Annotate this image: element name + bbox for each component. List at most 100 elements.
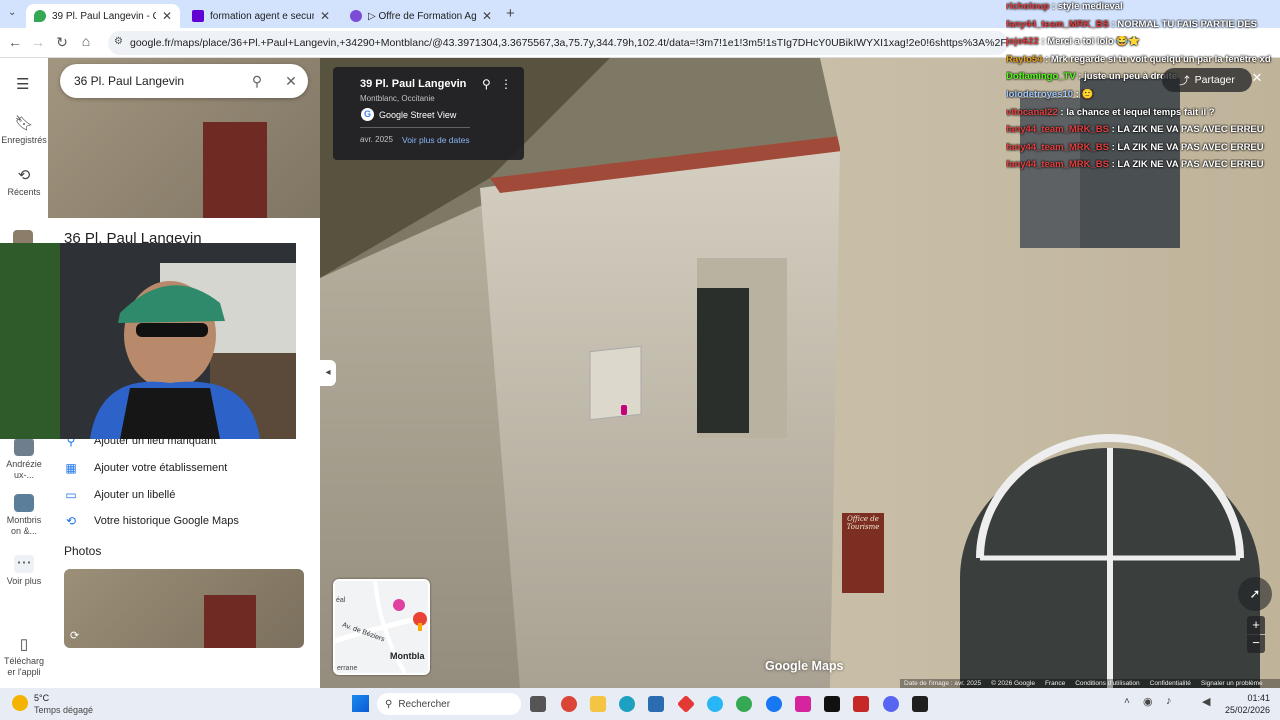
footer-link[interactable]: Signaler un problème	[1201, 680, 1263, 687]
terminal-icon[interactable]	[912, 696, 928, 712]
more-options-icon[interactable]: ⋮	[500, 77, 512, 91]
chat-username[interactable]: Doflamingo_TV	[1006, 71, 1076, 82]
share-label: Partager	[1194, 74, 1235, 86]
url-text: google.fr/maps/place/36+Pl.+Paul+Langevi…	[130, 37, 1008, 49]
webcam-overlay	[0, 243, 296, 439]
forward-icon[interactable]: →	[26, 34, 50, 50]
rail-item-montbrison[interactable]: Montbris on &...	[0, 494, 48, 537]
chat-username[interactable]: fany44_team_MRK_BS	[1006, 19, 1109, 30]
tab-google-maps[interactable]: 39 Pl. Paul Langevin - Google M ✕	[26, 4, 180, 28]
tab-yahoo-search[interactable]: formation agent e securité terg ✕	[184, 4, 338, 28]
action-add-label[interactable]: ▭ Ajouter un libellé	[64, 488, 175, 502]
site-info-icon[interactable]: ⚙	[114, 36, 123, 47]
footer-item: Date de l'image : avr. 2025	[904, 680, 982, 687]
clock-time[interactable]: 01:41	[1222, 693, 1270, 703]
footer-link[interactable]: France	[1045, 680, 1065, 687]
app-icon[interactable]	[707, 696, 723, 712]
chrome-icon[interactable]	[561, 696, 577, 712]
tab-list-chevron-icon[interactable]: ⌄	[8, 7, 16, 18]
chat-text: Merci a toi lolo 😂⭐	[1047, 36, 1141, 48]
photo-thumbnail[interactable]: ⟳	[64, 569, 304, 648]
back-icon[interactable]: ←	[3, 34, 27, 50]
search-input[interactable]: 36 Pl. Paul Langevin	[74, 74, 240, 88]
rail-item-saved[interactable]: 🔖︎ Enregistrés	[0, 114, 48, 145]
search-box[interactable]: 36 Pl. Paul Langevin ⚲ ✕	[60, 64, 308, 98]
volume-icon[interactable]: ◀	[1202, 695, 1210, 708]
tiktok-icon[interactable]	[824, 696, 840, 712]
action-add-business[interactable]: ▦ Ajouter votre établissement	[64, 461, 227, 475]
url-field[interactable]: ⚙ google.fr/maps/place/36+Pl.+Paul+Lange…	[108, 31, 1008, 55]
minimap-label: errane	[337, 665, 358, 672]
chat-username[interactable]: vitocanal22	[1006, 107, 1058, 118]
clock-date[interactable]: 25/02/2026	[1222, 705, 1270, 715]
chat-username[interactable]: fany44_team_MRK_BS	[1006, 124, 1109, 135]
chat-username[interactable]: fany44_team_MRK_BS	[1006, 159, 1109, 170]
action-maps-history[interactable]: ⟲ Votre historique Google Maps	[64, 514, 239, 528]
close-icon[interactable]: ✕	[482, 9, 492, 23]
facebook-icon[interactable]	[766, 696, 782, 712]
file-explorer-icon[interactable]	[590, 696, 606, 712]
tab-formation-offer[interactable]: ▷ Offre de Formation Agent de ✕	[342, 4, 500, 28]
shield-icon[interactable]	[853, 696, 869, 712]
zoom-out-button[interactable]: −	[1247, 635, 1265, 653]
chat-username[interactable]: lolodetroyes10	[1006, 89, 1073, 100]
network-icon[interactable]: ◉	[1143, 695, 1153, 708]
rail-item-andrezieux[interactable]: Andrézie ux-...	[0, 438, 48, 481]
new-tab-button[interactable]: +	[506, 5, 515, 22]
clear-search-icon[interactable]: ✕	[274, 73, 308, 90]
rail-item-download-app[interactable]: ▯ Télécharg er l'appli	[0, 635, 48, 678]
footer-link[interactable]: Confidentialité	[1150, 680, 1191, 687]
provider-label: Google Street View	[379, 109, 457, 120]
store-icon[interactable]	[648, 696, 664, 712]
gemini-icon	[350, 10, 362, 22]
chat-username[interactable]: Raylo54	[1006, 54, 1042, 65]
history-icon: ⟲	[65, 514, 77, 528]
close-icon[interactable]: ✕	[320, 9, 330, 23]
rail-item-recent[interactable]: ⟲ Récents	[0, 166, 48, 197]
collapse-panel-icon[interactable]: ◂	[320, 360, 336, 386]
history-icon: ⟲	[17, 167, 31, 184]
start-icon[interactable]	[352, 695, 369, 712]
chat-username[interactable]: jojo622	[1006, 36, 1039, 47]
instagram-icon[interactable]	[795, 696, 811, 712]
discord-icon[interactable]	[883, 696, 899, 712]
see-more-dates-link[interactable]: Voir plus de dates	[402, 135, 470, 145]
location-pin-icon[interactable]: ⚲	[482, 77, 491, 91]
search-icon[interactable]: ⚲	[240, 73, 274, 90]
task-view-icon[interactable]	[530, 696, 546, 712]
rail-item-see-more[interactable]: ⋯ Voir plus	[0, 555, 48, 587]
edge-icon[interactable]	[619, 696, 635, 712]
footer-link[interactable]: Conditions d'utilisation	[1075, 680, 1139, 687]
chat-username[interactable]: fany44_team_MRK_BS	[1006, 142, 1109, 153]
reload-icon[interactable]: ↻	[50, 34, 74, 51]
tab-title: formation agent e securité terg	[210, 10, 314, 22]
photo-door	[204, 595, 256, 648]
office-tourisme-sign: Office de Tourisme	[846, 515, 880, 532]
share-button[interactable]: ⤴ Partager	[1162, 68, 1252, 92]
weather-icon[interactable]	[12, 695, 28, 711]
menu-icon[interactable]: ☰	[16, 75, 29, 93]
chat-separator: :	[1057, 106, 1067, 118]
zoom-in-button[interactable]: +	[1247, 616, 1265, 634]
chat-message: fany44_team_MRK_BS : LA ZIK NE VA PAS AV…	[1006, 142, 1280, 159]
tab-title: ▷ Offre de Formation Agent de	[368, 10, 476, 22]
divider	[360, 127, 470, 128]
chrome-icon[interactable]	[736, 696, 752, 712]
weather-desc[interactable]: Temps dégagé	[34, 705, 93, 715]
rail-label: Voir plus	[6, 576, 42, 586]
tray-chevron-icon[interactable]: ˄	[1124, 696, 1130, 707]
minimap[interactable]: éal Av. de Béziers Montbla errane	[333, 579, 430, 675]
chat-username[interactable]: richoloup	[1006, 1, 1049, 12]
microphone-icon[interactable]: ♪	[1166, 695, 1172, 707]
share-icon: ⤴	[1179, 74, 1190, 87]
close-icon[interactable]: ✕	[162, 9, 172, 23]
close-icon[interactable]: ✕	[1247, 70, 1267, 90]
home-icon[interactable]: ⌂	[74, 33, 98, 49]
chat-text: style medieval	[1057, 1, 1123, 12]
label-icon: ▭	[65, 488, 77, 502]
taskbar-search[interactable]: ⚲ Rechercher	[377, 693, 521, 715]
phone-icon: ▯	[19, 636, 29, 653]
compass-icon[interactable]: ➚	[1238, 577, 1272, 611]
weather-temp[interactable]: 5°C	[34, 693, 49, 703]
app-icon[interactable]	[676, 694, 696, 714]
